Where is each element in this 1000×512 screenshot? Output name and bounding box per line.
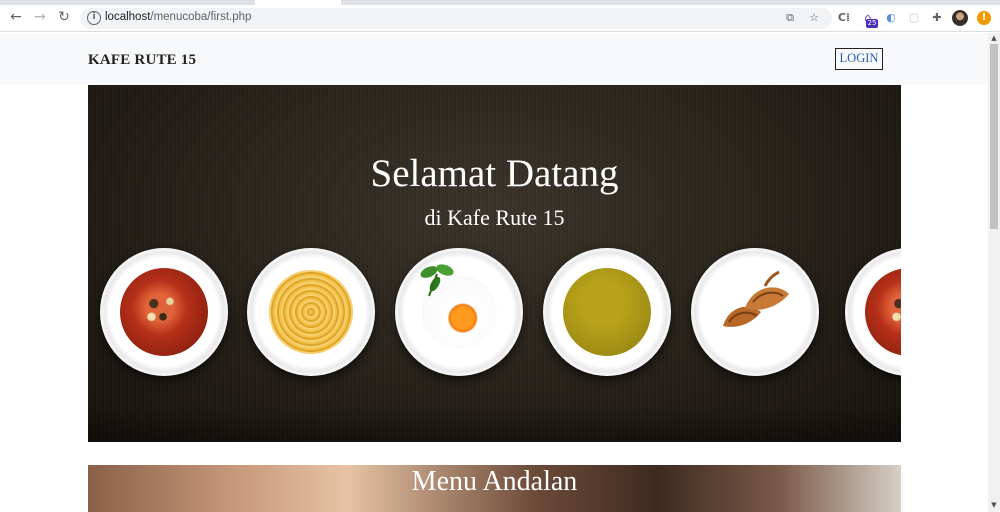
page-viewport: KAFE RUTE 15 LOGIN Selamat Datang di Kaf… [0, 33, 988, 512]
translate-icon[interactable]: ⧉ [783, 11, 797, 25]
pasta-image [269, 270, 353, 354]
hero-subtitle: di Kafe Rute 15 [424, 205, 565, 230]
scrollbar-thumb[interactable] [990, 44, 998, 229]
curry-soup-image [563, 268, 651, 356]
food-plate-pasta [247, 248, 375, 376]
basil-leaf-icon [420, 264, 454, 297]
tab-strip [0, 0, 1000, 5]
tomato-soup-image [865, 268, 901, 356]
extension-blank-icon[interactable]: ▢ [906, 10, 922, 26]
url-path: /menucoba/first.php [150, 11, 252, 23]
browser-toolbar: ← → ↻ i localhost/menucoba/first.php ⧉ ☆… [0, 0, 1000, 32]
login-button[interactable]: LOGIN [835, 48, 883, 70]
hero-banner: Selamat Datang di Kafe Rute 15 [88, 85, 901, 442]
url-text[interactable]: localhost/menucoba/first.php [105, 11, 251, 23]
info-icon[interactable]: i [87, 11, 101, 25]
hero-table-edge [88, 405, 901, 442]
bookmark-star-icon[interactable]: ☆ [807, 11, 821, 25]
profile-avatar[interactable] [952, 10, 968, 26]
featured-menu-banner: Menu Andalan [88, 465, 901, 512]
featured-menu-title: Menu Andalan [411, 466, 578, 497]
scroll-up-icon[interactable]: ▲ [988, 33, 1000, 43]
reload-icon[interactable]: ↻ [56, 9, 72, 25]
extension-badge: 25 [866, 19, 878, 28]
food-plate-curry [543, 248, 671, 376]
croissant-image [723, 270, 789, 327]
food-plate-soup-repeat [845, 248, 901, 376]
active-tab[interactable] [255, 0, 341, 5]
page-scrollbar[interactable]: ▲ ▼ [988, 33, 1000, 512]
update-icon[interactable]: ! [977, 11, 991, 25]
extension-feather-icon[interactable]: ◐ [883, 10, 899, 26]
hero-title: Selamat Datang [370, 152, 619, 195]
back-icon[interactable]: ← [8, 9, 24, 25]
url-host: localhost [105, 11, 151, 23]
forward-icon[interactable]: → [32, 9, 48, 25]
food-plate-soup [100, 248, 228, 376]
extensions-puzzle-icon[interactable]: ✚ [929, 10, 945, 26]
address-bar[interactable]: i localhost/menucoba/first.php ⧉ ☆ [80, 8, 832, 29]
scroll-down-icon[interactable]: ▼ [988, 500, 1000, 510]
tomato-soup-image [120, 268, 208, 356]
extension-ci-icon[interactable]: C⁞ [836, 10, 852, 26]
food-plate-croissant [691, 248, 819, 376]
navbar: KAFE RUTE 15 LOGIN [0, 33, 988, 85]
food-plate-egg [395, 248, 523, 376]
brand-title[interactable]: KAFE RUTE 15 [88, 52, 196, 69]
